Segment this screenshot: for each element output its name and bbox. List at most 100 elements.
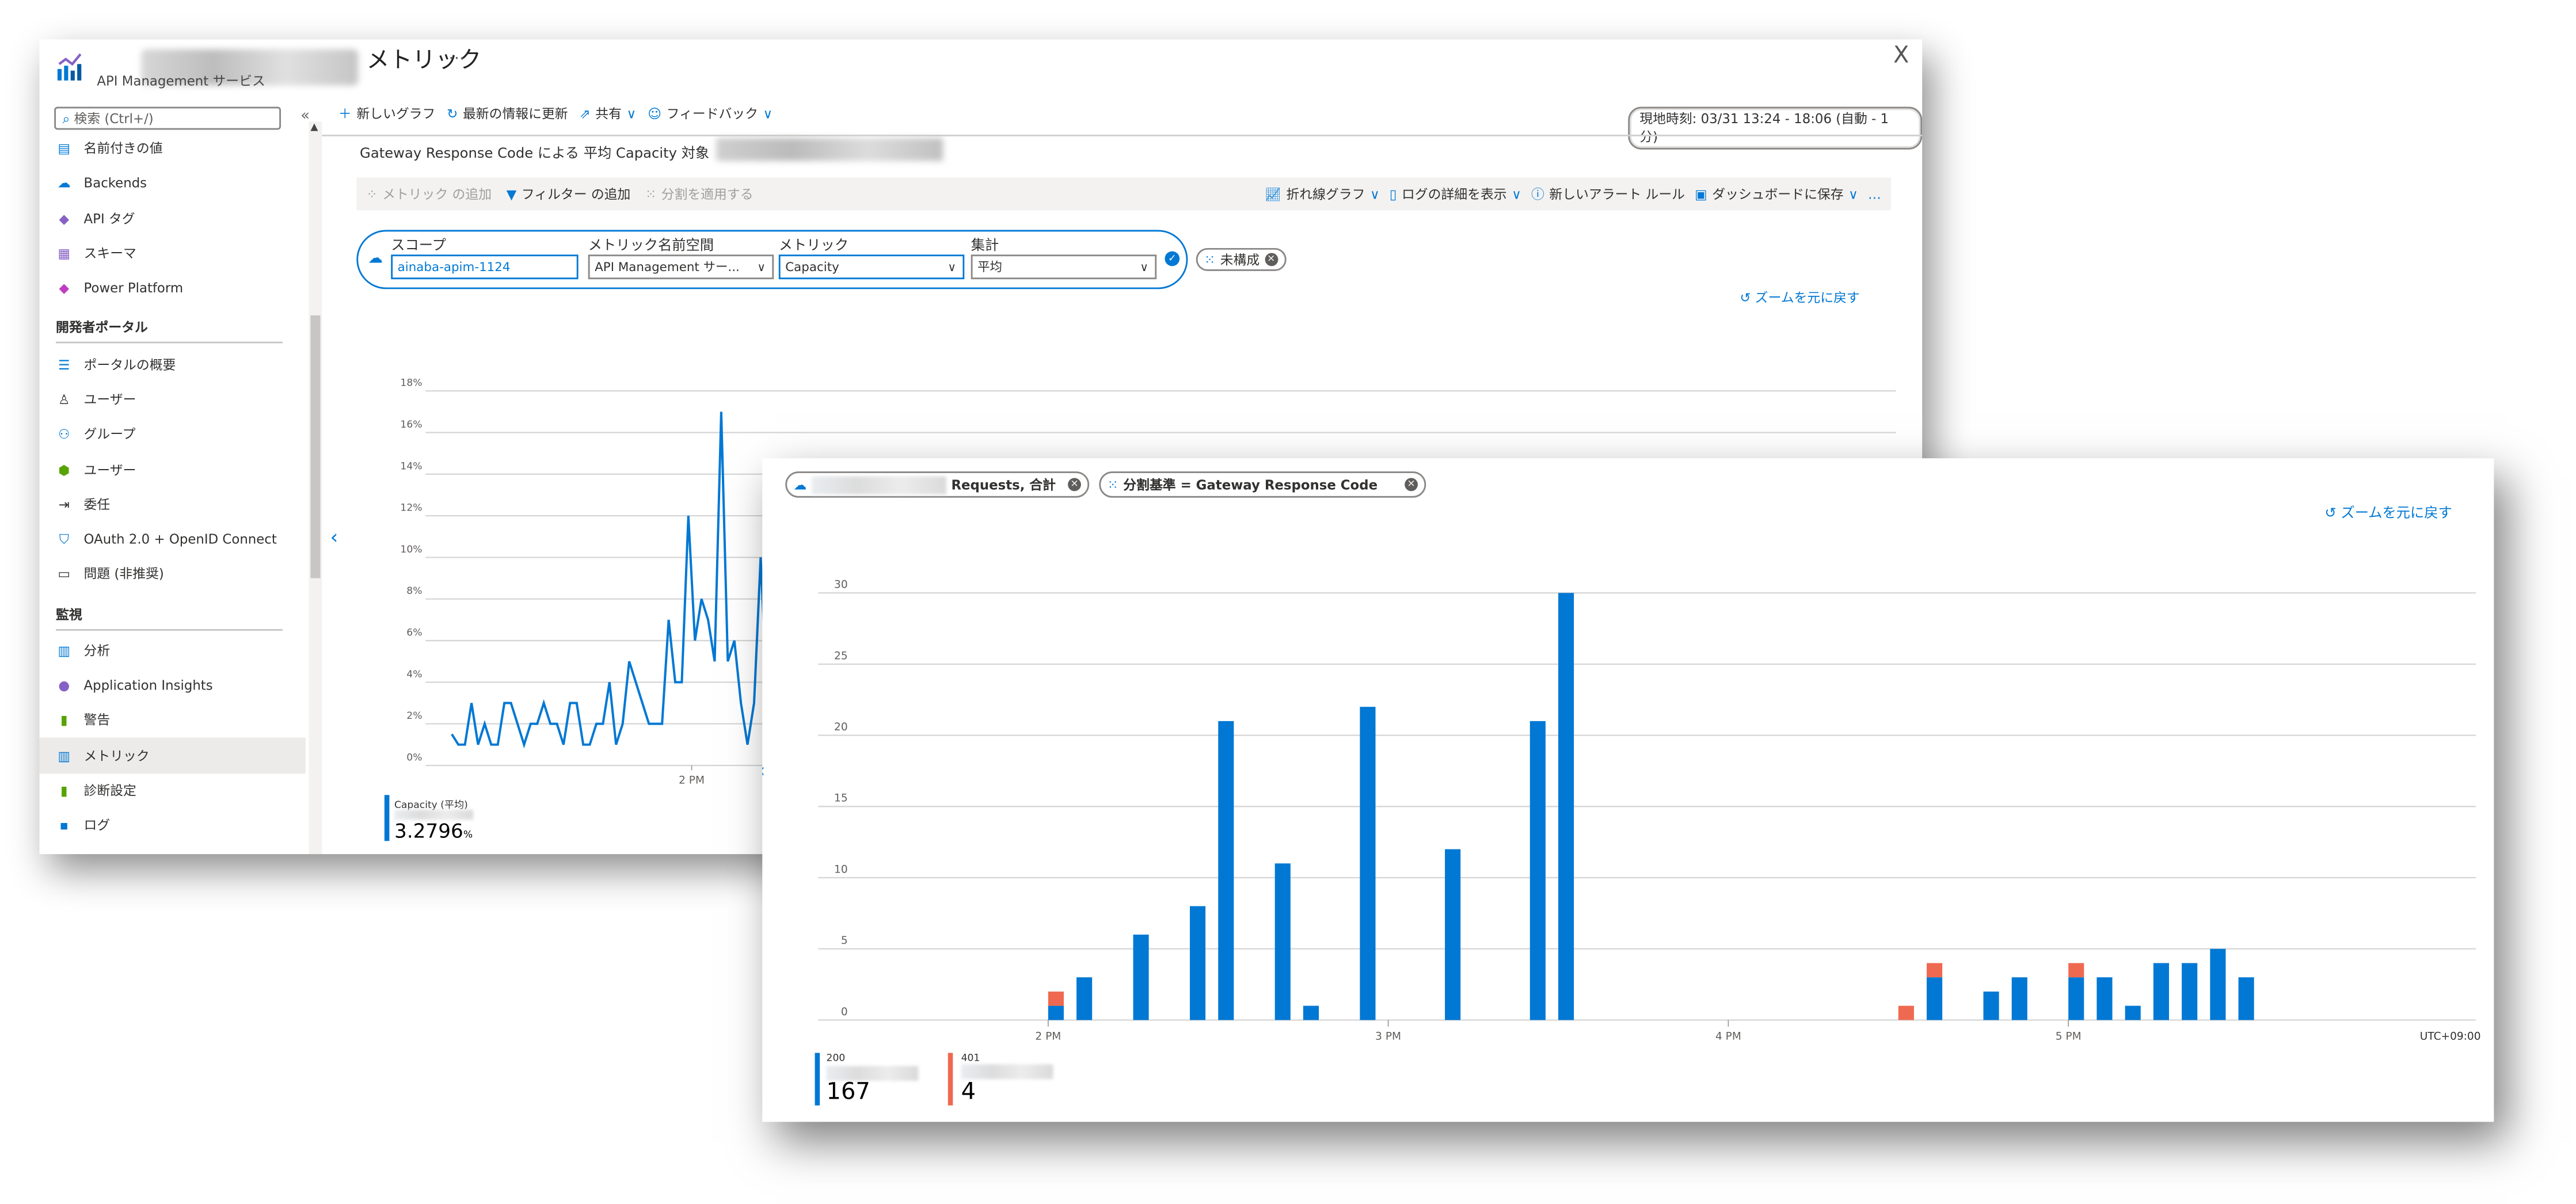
previous-chart-arrow-icon[interactable]: ‹ — [762, 759, 765, 782]
chart-title[interactable]: Gateway Response Code による 平均 Capacity 対象 — [360, 143, 709, 163]
reset-zoom-button[interactable]: ↺ ズームを元に戻す — [1740, 289, 1859, 307]
previous-chart-arrow-icon[interactable]: ‹ — [330, 525, 338, 548]
resource-scope-icon: ☁ — [793, 477, 807, 492]
bar-200[interactable] — [1218, 721, 1234, 1020]
namespace-label: メトリック名前空間 — [588, 238, 714, 255]
bar-200[interactable] — [1445, 849, 1461, 1020]
feedback-button[interactable]: ☺ フィードバック ∨ — [648, 105, 773, 123]
bar-200[interactable] — [1558, 593, 1574, 1020]
chart-type-button[interactable]: 📈︎ 折れ線グラフ ∨ — [1265, 185, 1380, 203]
add-filter-button[interactable]: ▼ フィルター の追加 — [507, 185, 631, 203]
bar-200[interactable] — [2096, 977, 2113, 1020]
sidebar-item[interactable]: ▭ 問題 (非推奨) — [39, 557, 305, 592]
apply-splitting-button[interactable]: ⁙ 分割を適用する — [645, 185, 754, 203]
bar-200[interactable] — [1303, 1005, 1319, 1020]
sidebar-scrollbar[interactable] — [309, 121, 322, 855]
sidebar-item[interactable]: ⬢ ユーザー — [39, 452, 305, 487]
sidebar-item[interactable]: ▥ 分析 — [39, 633, 305, 668]
sidebar-item[interactable]: ▦ スキーマ — [39, 237, 305, 272]
comment-icon: ▭ — [58, 567, 71, 582]
bar-200[interactable] — [1048, 1005, 1064, 1020]
x-tick-label: 3 PM — [1375, 1031, 1401, 1043]
new-alert-rule-button[interactable]: ⓘ 新しいアラート ルール — [1531, 185, 1685, 203]
resource-name-redacted — [811, 475, 946, 494]
legend-color-swatch-401 — [948, 1053, 953, 1106]
bar-200[interactable] — [2210, 948, 2226, 1020]
y-tick-label: 25 — [834, 650, 848, 662]
cloud-icon: ☁ — [57, 176, 71, 192]
sidebar-section-header: 監視 — [56, 607, 82, 622]
sidebar-item[interactable]: ▮ 診断設定 — [39, 774, 305, 809]
bar-200[interactable] — [1133, 934, 1149, 1020]
alert-icon: ⓘ — [1531, 186, 1544, 201]
y-tick-label: 14% — [400, 460, 422, 472]
bar-200[interactable] — [2011, 977, 2027, 1020]
more-options-button[interactable]: … — [448, 46, 465, 64]
bar-200[interactable] — [1983, 991, 1999, 1020]
share-button[interactable]: ⇗ 共有 ∨ — [580, 105, 637, 123]
aggregation-dropdown[interactable]: 平均 ∨ — [971, 254, 1157, 280]
refresh-button[interactable]: ↻ 最新の情報に更新 — [447, 105, 568, 123]
legend-color-swatch-200 — [815, 1053, 820, 1106]
sidebar-item[interactable]: ▥ メトリック — [39, 738, 306, 774]
sidebar-item[interactable]: ▤ 名前付きの値 — [39, 131, 305, 166]
sidebar-item[interactable]: ◆ API タグ — [39, 201, 305, 237]
more-commands-button[interactable]: … — [1868, 185, 1881, 203]
sidebar-item[interactable]: ☁ Backends — [39, 166, 305, 201]
aggregation-label: 集計 — [971, 238, 999, 255]
remove-chip-icon[interactable]: × — [1068, 478, 1081, 491]
sidebar-item-label: 名前付きの値 — [83, 141, 163, 157]
sidebar-item[interactable]: ♙ ユーザー — [39, 382, 305, 417]
sidebar-item-label: Application Insights — [83, 678, 213, 694]
bar-200[interactable] — [1274, 863, 1291, 1020]
scope-input[interactable]: ainaba-apim-1124 — [391, 254, 579, 280]
bar-200[interactable] — [2238, 977, 2254, 1020]
split-by-chip[interactable]: ⁙ 分割基準 = Gateway Response Code × — [1099, 471, 1426, 498]
bar-200[interactable] — [2182, 963, 2198, 1020]
bar-200[interactable] — [2125, 1005, 2141, 1020]
bar-200[interactable] — [2153, 963, 2169, 1020]
close-button[interactable]: X — [1893, 43, 1909, 69]
sidebar-item[interactable]: ⛉ OAuth 2.0 + OpenID Connect — [39, 522, 305, 557]
add-metric-button[interactable]: ⁘ メトリック の追加 — [366, 185, 492, 203]
reset-zoom-button[interactable]: ↺ ズームを元に戻す — [2324, 502, 2452, 523]
split-chip[interactable]: ⁙ 未構成 × — [1196, 247, 1286, 271]
bar-200[interactable] — [1076, 977, 1093, 1020]
y-tick-label: 4% — [406, 669, 422, 680]
save-to-dashboard-button[interactable]: ▣ ダッシュボードに保存 ∨ — [1695, 185, 1858, 203]
time-range-button[interactable]: 現地時刻: 03/31 13:24 - 18:06 (自動 - 1 分) — [1628, 106, 1923, 150]
scrollbar-thumb[interactable] — [310, 315, 321, 578]
bar-200[interactable] — [1360, 707, 1376, 1020]
sidebar-item[interactable]: ☰ ポータルの概要 — [39, 348, 305, 383]
scroll-up-arrow-icon[interactable]: ▲ — [310, 121, 318, 133]
bar-200[interactable] — [1927, 977, 1943, 1020]
new-chart-button[interactable]: ＋新しいグラフ — [338, 105, 435, 123]
sidebar-item[interactable]: ▮ 警告 — [39, 703, 305, 738]
confirm-check-icon[interactable]: ✓ — [1165, 251, 1180, 266]
sidebar-item-label: メトリック — [83, 748, 150, 763]
bar-401[interactable] — [1927, 963, 1943, 978]
sidebar-item[interactable]: ⇥ 委任 — [39, 487, 305, 523]
bar-401[interactable] — [1048, 991, 1064, 1006]
bar-401[interactable] — [2068, 963, 2084, 978]
sidebar-item[interactable]: ⚇ グループ — [39, 417, 305, 452]
bar-200[interactable] — [2068, 977, 2084, 1020]
legend-name: Capacity (平均) — [394, 799, 468, 811]
sidebar-item[interactable]: ◆ Power Platform — [39, 271, 305, 306]
sidebar-item[interactable]: ▪ ログ — [39, 808, 305, 843]
bar-401[interactable] — [1898, 1005, 1914, 1020]
sidebar-search-input[interactable]: ⌕ 検索 (Ctrl+/) — [54, 106, 281, 130]
bar-200[interactable] — [1190, 906, 1206, 1020]
bar-200[interactable] — [1529, 721, 1546, 1020]
requests-bar-chart[interactable]: 0 5 10 15 20 25 30 2 PM 3 PM 4 PM 5 PM UTC+09:00 — [762, 573, 2494, 1050]
metric-dropdown[interactable]: Capacity ∨ — [778, 254, 965, 280]
view-logs-button[interactable]: ▯ ログの詳細を表示 ∨ — [1390, 185, 1521, 203]
sidebar-item[interactable]: ● Application Insights — [39, 668, 305, 703]
metrics-logo-icon — [57, 53, 82, 81]
remove-chip-icon[interactable]: × — [1405, 478, 1418, 491]
namespace-dropdown[interactable]: API Management サー... ∨ — [588, 254, 774, 280]
remove-chip-icon[interactable]: × — [1264, 253, 1278, 266]
chevron-down-icon: ∨ — [1512, 186, 1521, 201]
sidebar-section-header: 開発者ポータル — [56, 321, 148, 336]
metric-chip[interactable]: ☁ Requests, 合計 × — [785, 471, 1090, 498]
